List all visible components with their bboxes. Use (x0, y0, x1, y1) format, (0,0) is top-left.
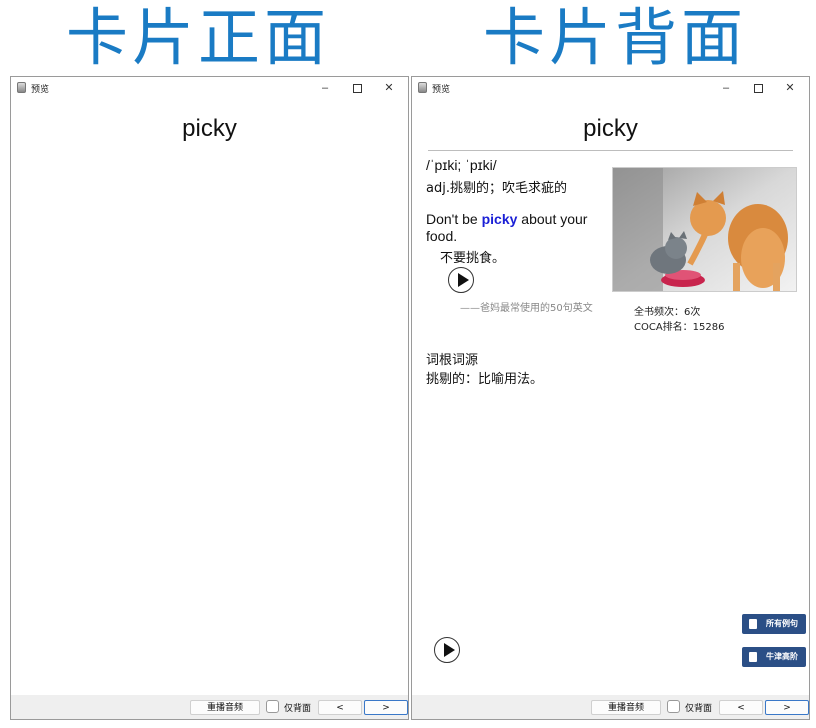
example-text: Don't be (426, 211, 482, 227)
close-button[interactable]: ✕ (378, 79, 400, 97)
example-text: about your (517, 211, 588, 227)
title-bar: 预览 – ✕ (412, 77, 809, 99)
book-icon (749, 619, 757, 629)
app-icon (17, 82, 26, 93)
back-heading: 卡片背面 (483, 1, 748, 74)
cats-photo-drawing (613, 168, 796, 291)
next-button[interactable]: > (364, 700, 408, 715)
example-highlight: picky (481, 211, 518, 227)
all-examples-label: 所有例句 (766, 619, 798, 628)
bottom-bar: 重播音频 仅背面 < > (412, 695, 809, 719)
title-bar: 预览 – ✕ (11, 77, 408, 99)
example-sentence: Don't be picky about your (426, 211, 587, 227)
next-button[interactable]: > (765, 700, 809, 715)
etymology-text: 挑剔的：比喻用法。 (426, 372, 544, 387)
play-icon[interactable] (448, 267, 474, 293)
definition: adj.挑剔的；吹毛求疵的 (426, 181, 567, 196)
example-source: ——爸妈最常使用的50句英文 (460, 303, 593, 314)
cats-eating-photo (612, 167, 797, 292)
front-heading: 卡片正面 (66, 1, 331, 74)
etymology-title: 词根词源 (426, 353, 479, 368)
back-only-checkbox[interactable] (266, 700, 279, 713)
app-icon (418, 82, 427, 93)
oxford-dictionary-button[interactable]: 牛津高阶 (742, 647, 806, 667)
window-title: 预览 (432, 85, 451, 95)
prev-button[interactable]: < (318, 700, 362, 715)
minimize-button[interactable]: – (715, 79, 737, 97)
replay-audio-button[interactable]: 重播音频 (591, 700, 661, 715)
book-icon (749, 652, 757, 662)
phonetic: /ˈpɪki; ˈpɪki/ (426, 157, 497, 173)
back-preview-window: 预览 – ✕ picky /ˈpɪki; ˈpɪki/ adj.挑剔的；吹毛求疵… (411, 76, 810, 720)
oxford-label: 牛津高阶 (766, 652, 798, 661)
prev-button[interactable]: < (719, 700, 763, 715)
close-button[interactable]: ✕ (779, 79, 801, 97)
book-frequency: 全书频次：6次 (634, 307, 701, 318)
card-word: picky (583, 115, 638, 142)
example-translation: 不要挑食。 (440, 251, 506, 266)
play-icon[interactable] (434, 637, 460, 663)
example-sentence-line2: food. (426, 228, 458, 244)
all-examples-button[interactable]: 所有例句 (742, 614, 806, 634)
coca-rank: COCA排名：15286 (634, 322, 725, 333)
divider (428, 150, 793, 151)
replay-audio-button[interactable]: 重播音频 (190, 700, 260, 715)
maximize-button[interactable] (346, 79, 368, 97)
maximize-icon (352, 83, 362, 93)
window-title: 预览 (31, 85, 50, 95)
minimize-button[interactable]: – (314, 79, 336, 97)
back-only-label: 仅背面 (685, 704, 713, 714)
back-only-label: 仅背面 (284, 704, 312, 714)
maximize-icon (753, 83, 763, 93)
maximize-button[interactable] (747, 79, 769, 97)
bottom-bar: 重播音频 仅背面 < > (11, 695, 408, 719)
back-only-checkbox[interactable] (667, 700, 680, 713)
front-preview-window: 预览 – ✕ picky 重播音频 仅背面 < > (10, 76, 409, 720)
card-word: picky (182, 115, 237, 142)
